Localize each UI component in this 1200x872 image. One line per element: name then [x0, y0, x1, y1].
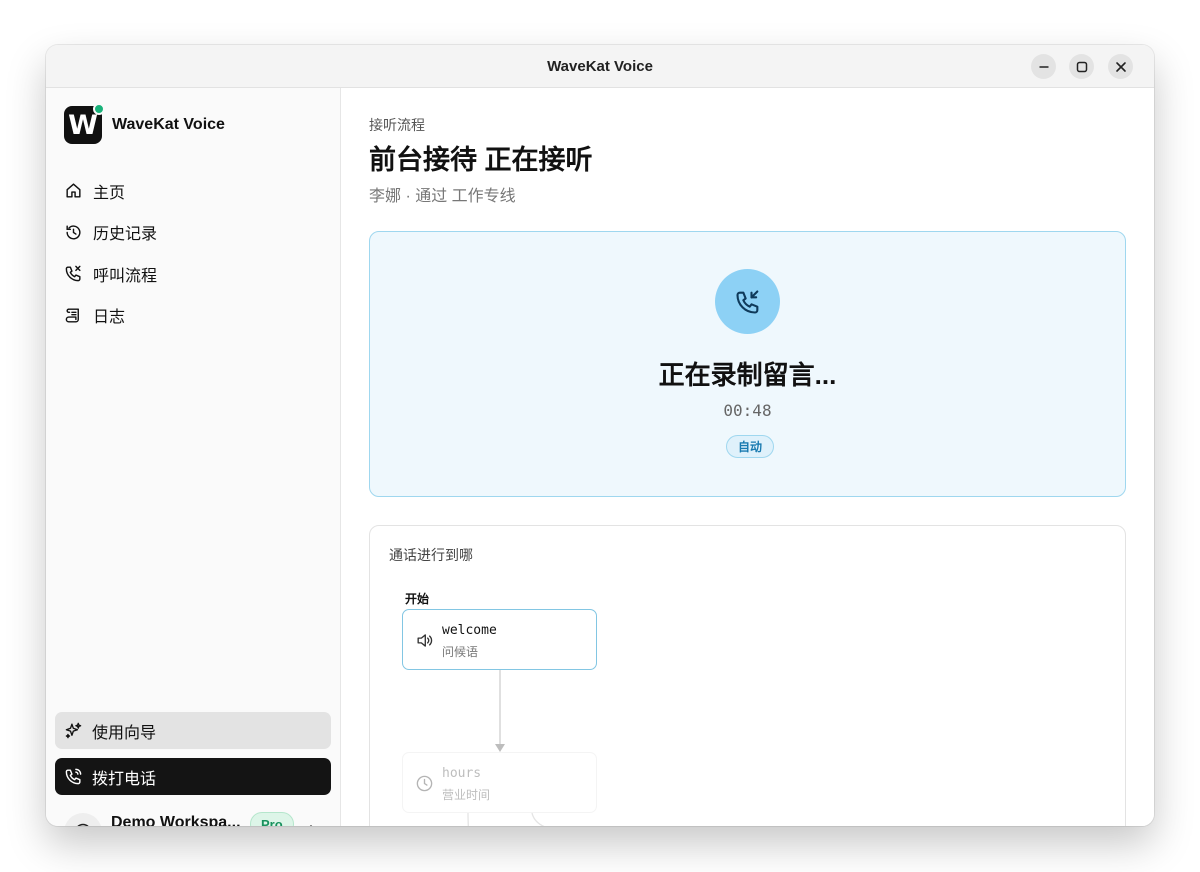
flow-edge-branch-right: [531, 812, 545, 826]
workspace-switcher[interactable]: Demo Workspa... demo Pro: [64, 808, 324, 826]
chevron-up-down-icon: [309, 825, 313, 826]
minimize-icon: [1039, 65, 1048, 68]
flow-node-label: 问候语: [442, 645, 479, 659]
brand-name: WaveKat Voice: [112, 116, 225, 133]
incoming-call-badge: [715, 269, 780, 334]
call-timer: 00:48: [723, 401, 772, 420]
phone-outgoing-icon: [65, 768, 82, 785]
plan-badge: Pro: [250, 812, 294, 826]
page-title: 前台接待 正在接听: [369, 145, 593, 175]
sidebar-item-history[interactable]: 历史记录: [64, 212, 324, 254]
sidebar-item-label: 呼叫流程: [93, 267, 158, 285]
flow-node-label: 营业时间: [442, 788, 491, 802]
workspace-name: Demo Workspa...: [111, 814, 241, 826]
call-status-text: 正在录制留言...: [658, 360, 837, 390]
app-logo: W: [64, 103, 105, 144]
phone-flow-icon: [65, 265, 81, 282]
close-button[interactable]: [1108, 54, 1133, 79]
online-status-dot: [93, 103, 105, 115]
sidebar-item-home[interactable]: 主页: [64, 170, 324, 212]
call-status-card: 正在录制留言... 00:48 自动: [369, 231, 1126, 497]
window-title: WaveKat Voice: [547, 57, 653, 75]
flow-node-id: hours: [442, 766, 482, 781]
sidebar-item-label: 主页: [93, 184, 126, 202]
close-icon: [1115, 61, 1126, 72]
flow-node-id: welcome: [442, 623, 497, 638]
home-icon: [66, 183, 81, 198]
sidebar-item-label: 日志: [93, 309, 126, 327]
flow-arrowhead: [495, 744, 505, 752]
dial-button-label: 拨打电话: [92, 770, 157, 788]
phone-incoming-icon: [735, 289, 758, 314]
app-window: WaveKat Voice W WaveKat Voice 主页 历史记录 呼叫…: [46, 45, 1154, 826]
minimize-button[interactable]: [1031, 54, 1056, 79]
brand[interactable]: W WaveKat Voice: [64, 103, 225, 144]
sidebar-item-call-flow[interactable]: 呼叫流程: [64, 253, 324, 295]
sidebar: W WaveKat Voice 主页 历史记录 呼叫流程 日志 使用向导 拨打电…: [46, 88, 341, 826]
dial-button[interactable]: 拨打电话: [55, 758, 331, 795]
sidebar-nav: 主页 历史记录 呼叫流程 日志: [64, 170, 324, 336]
maximize-button[interactable]: [1069, 54, 1094, 79]
user-circle-icon: [77, 823, 89, 826]
maximize-icon: [1076, 61, 1087, 72]
history-icon: [66, 225, 81, 240]
mode-badge: 自动: [726, 435, 775, 458]
flow-node-welcome[interactable]: welcome 问候语: [402, 609, 597, 670]
main-content: 接听流程 前台接待 正在接听 李娜 · 通过 工作专线 正在录制留言... 00…: [342, 88, 1154, 826]
call-progress-card: 通话进行到哪 开始 welcome 问候语 hours 营业时间: [369, 525, 1126, 826]
guide-button[interactable]: 使用向导: [55, 712, 331, 749]
flow-edge-branch-left: [467, 812, 469, 826]
clock-icon: [416, 775, 433, 792]
title-bar: WaveKat Voice: [46, 45, 1154, 88]
sidebar-item-label: 历史记录: [93, 226, 158, 244]
speaker-icon: [417, 634, 433, 647]
scroll-log-icon: [65, 308, 79, 323]
avatar: [64, 813, 102, 826]
page-eyebrow: 接听流程: [369, 117, 425, 133]
flow-node-hours[interactable]: hours 营业时间: [402, 752, 597, 813]
sparkles-icon: [65, 722, 82, 739]
guide-button-label: 使用向导: [92, 724, 157, 742]
sidebar-item-logs[interactable]: 日志: [64, 295, 324, 337]
page-subtitle: 李娜 · 通过 工作专线: [369, 188, 516, 205]
